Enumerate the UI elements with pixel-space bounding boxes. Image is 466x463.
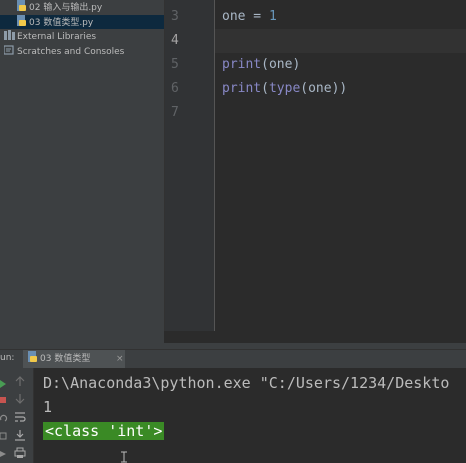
code-token-punct: )) — [331, 81, 348, 96]
console-output-line: <class 'int'> — [43, 420, 165, 442]
run-indicator — [0, 376, 8, 390]
code-token-builtin: print — [222, 57, 262, 72]
editor-scroll-area — [164, 331, 466, 343]
code-line-3[interactable]: one = 1 — [222, 5, 277, 29]
pin-indicator — [0, 446, 8, 460]
line-number-current: 4 — [171, 33, 179, 48]
project-tree-panel: 02 输入与输出.py 03 数值类型.py External Librarie… — [0, 0, 164, 343]
code-token-operator: = — [245, 9, 269, 24]
python-file-icon — [28, 351, 37, 362]
code-token-identifier: one — [308, 81, 332, 96]
code-line-5[interactable]: print(one) — [222, 53, 300, 77]
tree-item-label: 03 数值类型.py — [29, 18, 94, 28]
code-line-6[interactable]: print(type(one)) — [222, 77, 347, 101]
line-number: 3 — [171, 9, 179, 24]
code-token-identifier: one — [268, 57, 293, 72]
ide-window: 02 输入与输出.py 03 数值类型.py External Librarie… — [0, 0, 466, 463]
down-arrow-icon[interactable] — [13, 392, 27, 406]
current-line-highlight — [215, 29, 466, 53]
run-console[interactable]: D:\Anaconda3\python.exe "C:/Users/1234/D… — [34, 368, 466, 463]
rerun-indicator — [0, 410, 8, 424]
run-toolbar — [0, 368, 34, 463]
code-token-builtin: type — [268, 81, 301, 96]
tree-item-label: External Libraries — [17, 32, 97, 42]
code-token-identifier: one — [222, 9, 246, 24]
run-tab[interactable]: 03 数值类型 × — [23, 350, 125, 369]
code-token-number: 1 — [268, 9, 277, 24]
python-file-icon — [17, 15, 26, 26]
up-arrow-icon[interactable] — [13, 374, 27, 388]
scratches-icon — [4, 45, 14, 55]
tree-item-external-libraries[interactable]: External Libraries — [4, 30, 164, 44]
tree-item-file-03[interactable]: 03 数值类型.py — [0, 15, 164, 29]
code-token-builtin: print — [222, 81, 262, 96]
library-icon — [4, 30, 15, 40]
text-cursor-icon — [121, 451, 127, 463]
line-number: 5 — [171, 57, 179, 72]
run-tab-label: 03 数值类型 — [40, 354, 91, 364]
editor-gutter: 3 4 5 6 7 — [164, 0, 215, 331]
line-number: 6 — [171, 81, 179, 96]
scroll-to-end-icon[interactable] — [13, 428, 27, 442]
line-number: 7 — [171, 105, 179, 120]
tree-item-label: 02 输入与输出.py — [29, 3, 103, 13]
soft-wrap-icon[interactable] — [13, 410, 27, 424]
console-command-line: D:\Anaconda3\python.exe "C:/Users/1234/D… — [43, 374, 450, 392]
code-token-punct: ( — [300, 81, 309, 96]
stop-indicator — [0, 392, 8, 406]
print-icon[interactable] — [13, 446, 27, 460]
console-selection-highlight: <class 'int'> — [43, 422, 165, 440]
run-label: un: — [0, 353, 15, 363]
code-token-punct: ( — [261, 81, 269, 96]
code-token-punct: ) — [292, 57, 301, 72]
settings-indicator — [0, 428, 8, 442]
python-file-icon — [17, 0, 26, 11]
tree-item-scratches[interactable]: Scratches and Consoles — [4, 45, 164, 59]
close-icon[interactable]: × — [116, 350, 124, 369]
tree-item-label: Scratches and Consoles — [17, 47, 125, 57]
console-output-line: 1 — [43, 398, 53, 416]
code-token-punct: ( — [261, 57, 269, 72]
run-panel-header: un: 03 数值类型 × — [0, 349, 466, 369]
tree-item-file-02[interactable]: 02 输入与输出.py — [16, 0, 164, 14]
